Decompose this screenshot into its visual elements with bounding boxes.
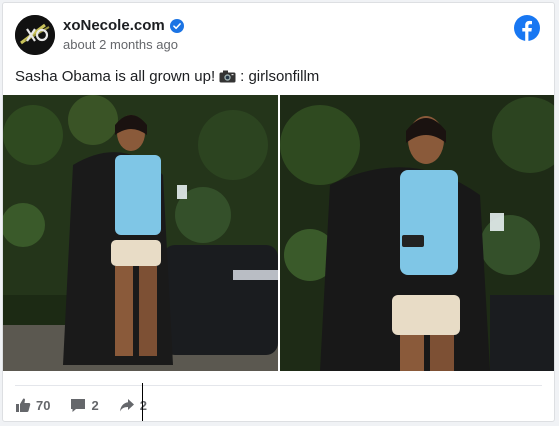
text-cursor [142, 383, 143, 421]
verified-badge-icon [169, 18, 184, 33]
post-text: Sasha Obama is all grown up! : girlsonfi… [15, 68, 319, 85]
action-divider [15, 385, 542, 386]
post-timestamp[interactable]: about 2 months ago [63, 37, 178, 52]
page-avatar[interactable] [15, 15, 55, 55]
photo-left-image [3, 95, 278, 371]
like-action[interactable]: 70 [15, 397, 50, 413]
comment-count: 2 [91, 397, 99, 413]
post-header: xoNecole.com about 2 months ago [15, 15, 540, 59]
photo-right-image [280, 95, 554, 371]
post-text-body: Sasha Obama is all grown up! [15, 68, 216, 85]
photo-left[interactable] [3, 95, 278, 371]
photo-right[interactable] [280, 95, 554, 371]
page-name-link[interactable]: xoNecole.com [63, 17, 184, 34]
page-name[interactable]: xoNecole.com [63, 17, 165, 34]
share-arrow-icon [119, 399, 134, 412]
comment-icon [71, 399, 86, 412]
post-card: xoNecole.com about 2 months ago Sasha Ob… [2, 2, 555, 422]
comment-action[interactable]: 2 [70, 397, 99, 413]
xo-logo-icon [15, 15, 55, 55]
facebook-icon[interactable] [514, 15, 540, 41]
like-count: 70 [36, 397, 51, 413]
share-count: 2 [139, 397, 147, 413]
post-text-credit: : girlsonfillm [240, 68, 320, 85]
camera-icon [219, 70, 236, 83]
photo-grid [3, 95, 554, 373]
action-bar: 70 2 2 [15, 395, 167, 415]
thumbs-up-icon [16, 398, 31, 412]
